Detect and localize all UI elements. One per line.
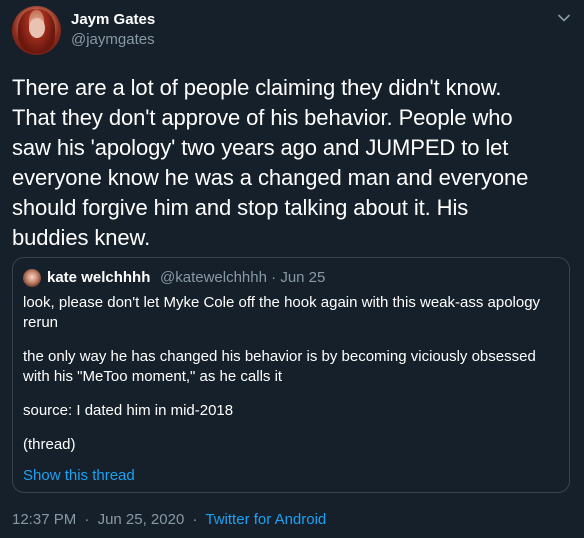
tweet-source-link[interactable]: Twitter for Android xyxy=(205,511,326,528)
quoted-paragraph: (thread) xyxy=(23,436,76,453)
tweet: Jaym Gates @jaymgates There are a lot of… xyxy=(0,0,584,538)
chevron-down-icon[interactable] xyxy=(556,10,572,26)
quoted-author-avatar xyxy=(23,269,41,287)
tweet-time[interactable]: 12:37 PM xyxy=(12,511,76,528)
author-name[interactable]: Jaym Gates xyxy=(71,11,155,28)
quoted-separator: · xyxy=(271,269,277,286)
quoted-tweet[interactable]: kate welchhhh @katewelchhhh · Jun 25 loo… xyxy=(12,257,570,493)
quoted-date: Jun 25 xyxy=(280,269,326,286)
author-handle[interactable]: @jaymgates xyxy=(71,31,155,48)
meta-separator: · xyxy=(192,511,198,528)
tweet-metadata: 12:37 PM · Jun 25, 2020 · Twitter for An… xyxy=(12,511,326,528)
quoted-author-name: kate welchhhh xyxy=(47,269,151,286)
avatar-face xyxy=(29,18,45,38)
quoted-author-meta: @katewelchhhh · Jun 25 xyxy=(160,269,325,286)
show-thread-link[interactable]: Show this thread xyxy=(23,467,135,484)
meta-separator: · xyxy=(84,511,90,528)
quoted-paragraph: source: I dated him in mid-2018 xyxy=(23,402,234,419)
tweet-text: There are a lot of people claiming they … xyxy=(12,75,529,250)
quoted-paragraph: the only way he has changed his behavior… xyxy=(23,348,536,385)
quoted-author-handle: @katewelchhhh xyxy=(160,269,267,286)
quoted-paragraph: look, please don't let Myke Cole off the… xyxy=(23,294,541,331)
author-avatar[interactable] xyxy=(12,6,61,55)
tweet-date[interactable]: Jun 25, 2020 xyxy=(98,511,185,528)
